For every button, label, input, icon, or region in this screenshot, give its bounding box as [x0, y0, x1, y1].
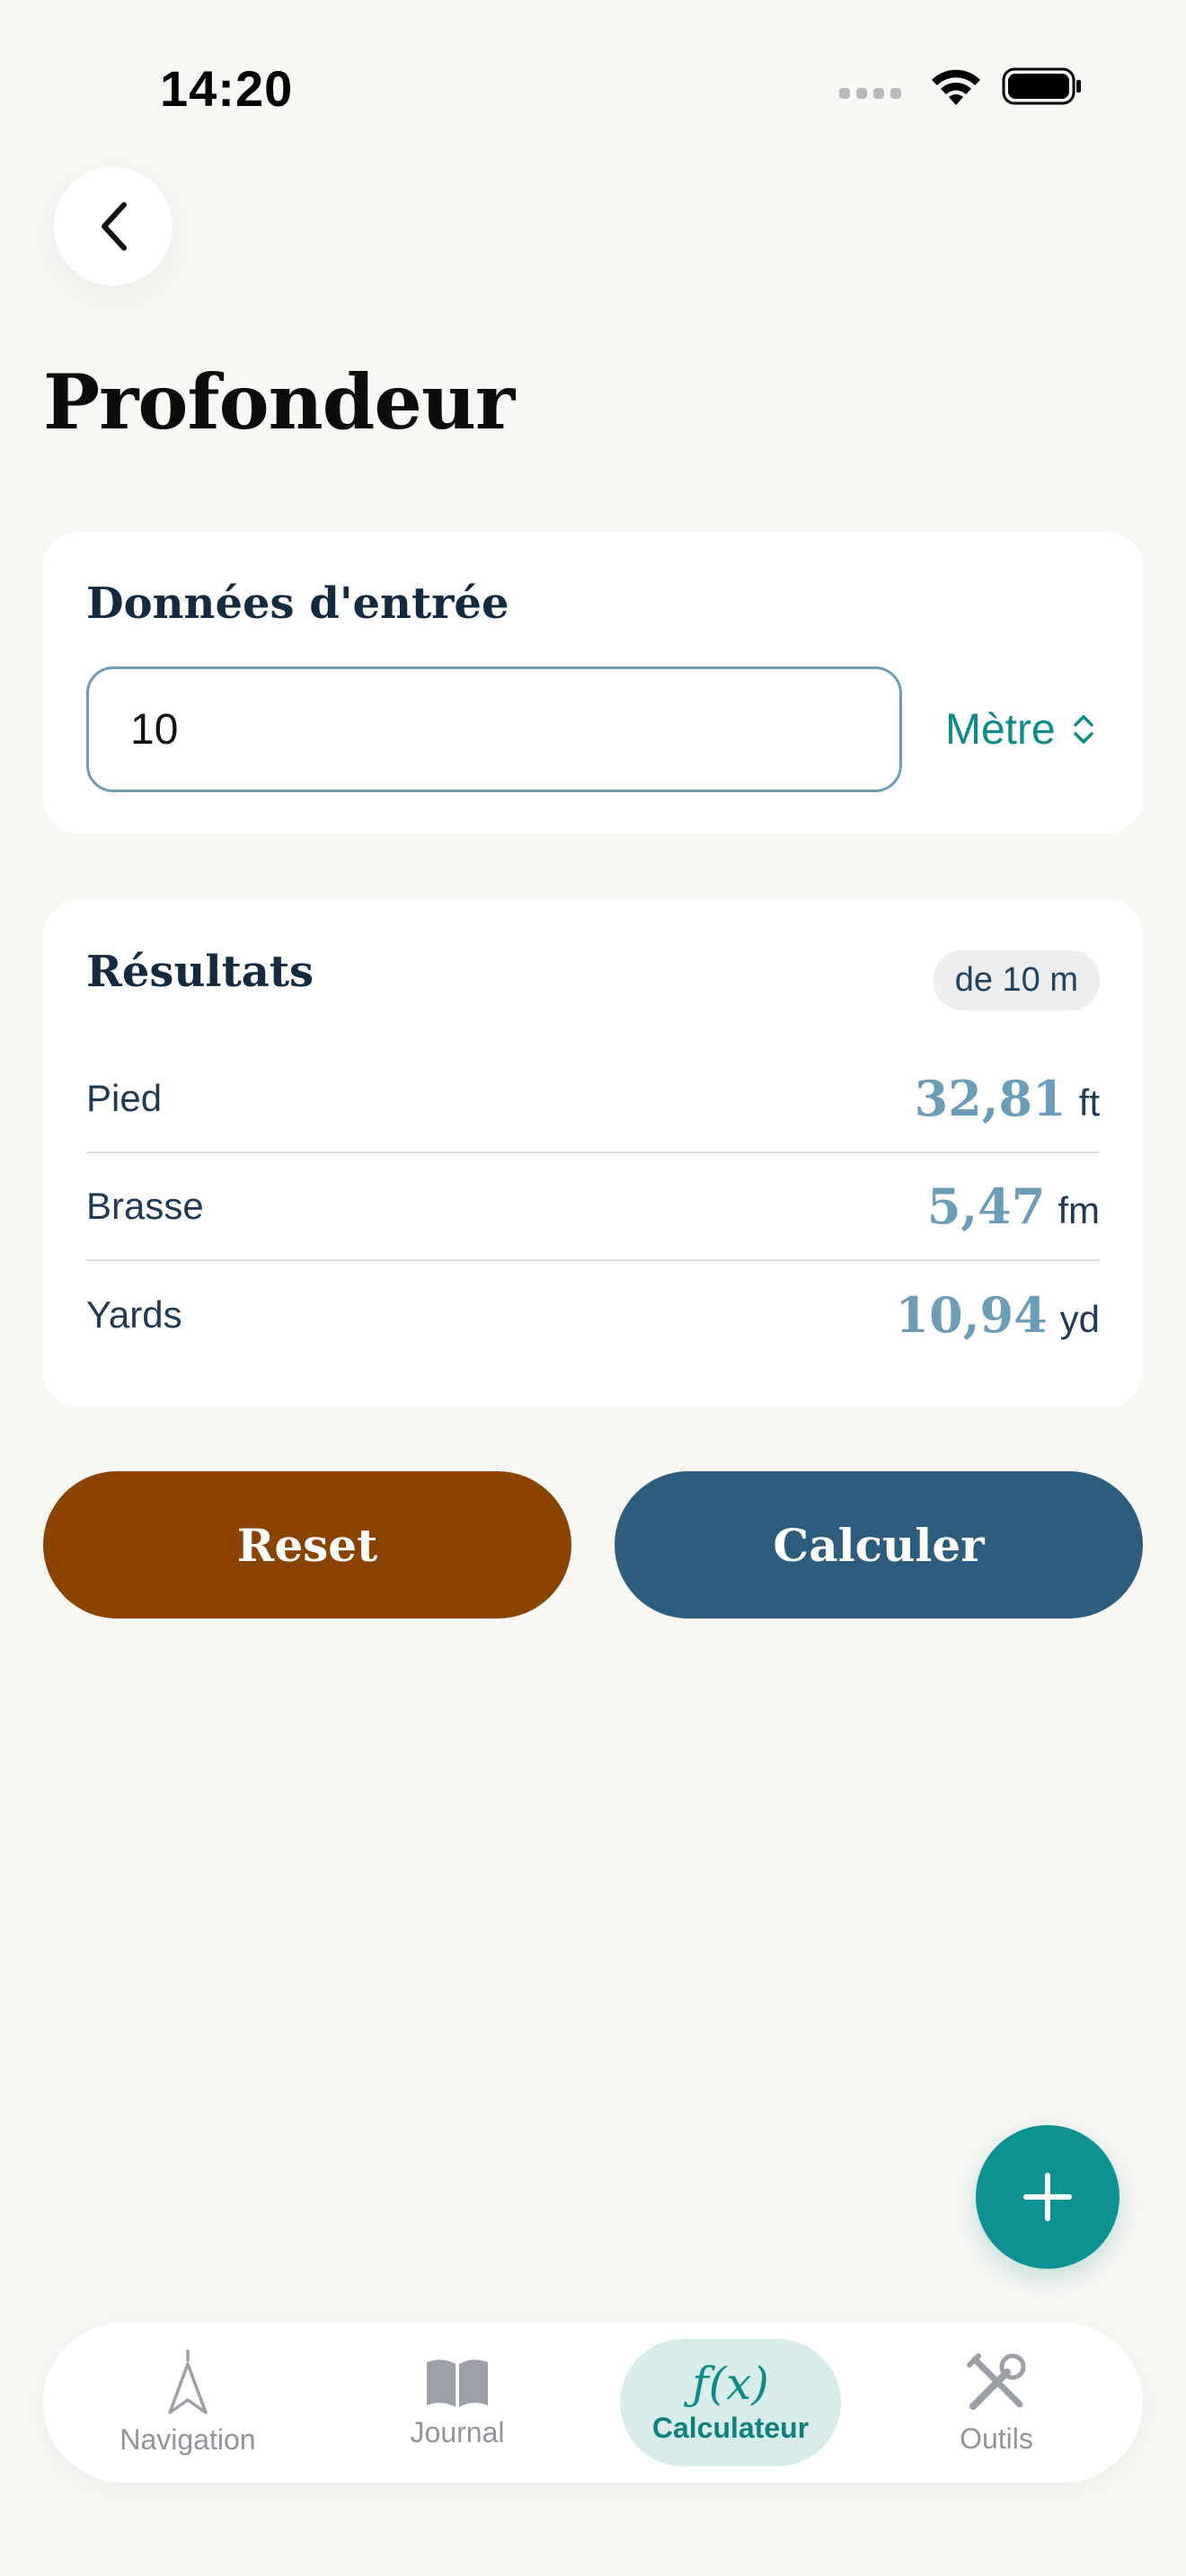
- tab-calculateur[interactable]: ƒ(x) Calculateur: [618, 2323, 843, 2483]
- input-card: Données d'entrée Mètre: [43, 532, 1143, 834]
- function-icon: ƒ(x): [692, 2357, 769, 2410]
- chevron-left-icon: [102, 202, 127, 251]
- unit-select-label: Mètre: [945, 705, 1056, 754]
- screen: 14:20 Profondeur Données d'entrée Mètre: [0, 0, 1186, 2576]
- result-label: Yards: [86, 1293, 182, 1336]
- result-row-yards: Yards 10,94 yd: [86, 1261, 1100, 1369]
- source-badge: de 10 m: [933, 950, 1100, 1010]
- reset-button[interactable]: Reset: [43, 1471, 571, 1619]
- result-unit: fm: [1058, 1189, 1100, 1231]
- tab-calculateur-label: Calculateur: [651, 2411, 810, 2444]
- plus-icon: [1023, 2173, 1072, 2221]
- page-title: Profondeur: [43, 357, 515, 446]
- result-label: Brasse: [86, 1185, 204, 1227]
- tab-journal-label: Journal: [410, 2415, 505, 2448]
- result-number: 5,47: [926, 1178, 1046, 1235]
- tools-icon: [967, 2352, 1026, 2410]
- result-number: 10,94: [895, 1286, 1048, 1344]
- value-input[interactable]: [86, 666, 902, 792]
- result-row-brasse: Brasse 5,47 fm: [86, 1153, 1100, 1261]
- results-card-title: Résultats: [86, 947, 314, 997]
- results-card: Résultats de 10 m Pied 32,81 ft Brasse 5…: [43, 900, 1143, 1407]
- tab-journal[interactable]: Journal: [336, 2323, 579, 2483]
- wifi-icon: [932, 69, 980, 105]
- status-icons: [839, 63, 1083, 110]
- battery-icon: [1002, 67, 1081, 105]
- result-number: 32,81: [914, 1070, 1067, 1127]
- chevron-up-down-icon: [1073, 715, 1093, 744]
- tab-outils-label: Outils: [960, 2422, 1033, 2455]
- result-unit: yd: [1059, 1298, 1100, 1340]
- tab-bar: Navigation Journal ƒ(x) Calculateur Outi…: [43, 2323, 1143, 2483]
- back-button[interactable]: [54, 167, 173, 286]
- result-row-pied: Pied 32,81 ft: [86, 1045, 1100, 1153]
- result-value: 32,81 ft: [915, 1070, 1100, 1127]
- unit-select[interactable]: Mètre: [945, 666, 1095, 792]
- result-unit: ft: [1078, 1081, 1100, 1124]
- cellular-signal-icon: [839, 88, 901, 99]
- result-value: 5,47 fm: [927, 1178, 1100, 1235]
- tab-navigation[interactable]: Navigation: [66, 2323, 309, 2483]
- tab-outils[interactable]: Outils: [875, 2323, 1118, 2483]
- result-label: Pied: [86, 1077, 163, 1119]
- status-time: 14:20: [160, 60, 294, 117]
- tab-navigation-label: Navigation: [119, 2422, 256, 2456]
- navigation-arrow-icon: [168, 2349, 208, 2414]
- calculate-button[interactable]: Calculer: [615, 1471, 1143, 1619]
- result-value: 10,94 yd: [896, 1286, 1100, 1344]
- add-button[interactable]: [976, 2125, 1120, 2269]
- input-card-title: Données d'entrée: [86, 578, 509, 629]
- book-icon: [427, 2359, 488, 2407]
